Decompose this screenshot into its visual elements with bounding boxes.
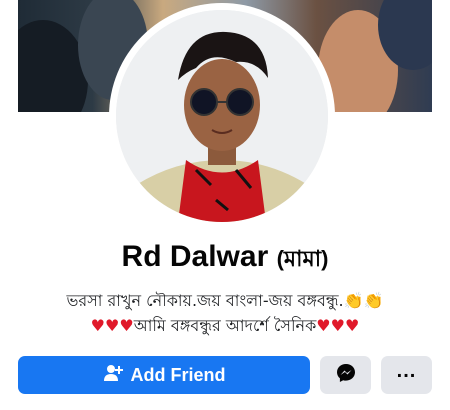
- more-dots-icon: ...: [396, 360, 417, 382]
- profile-portrait: [116, 10, 328, 222]
- profile-name: Rd Dalwar: [121, 240, 269, 273]
- messenger-icon: [336, 363, 356, 387]
- more-options-button[interactable]: ...: [381, 356, 432, 394]
- add-friend-button[interactable]: Add Friend: [18, 356, 310, 394]
- person-plus-icon: [103, 364, 123, 386]
- bio-line-1: ভরসা রাখুন নৌকায়.জয় বাংলা-জয় বঙ্গবন্ধ…: [20, 288, 430, 315]
- bio-text-2: আমি বঙ্গবন্ধুর আদর্শে সৈনিক: [133, 316, 317, 335]
- bio-text-1: ভরসা রাখুন নৌকায়.জয় বাংলা-জয় বঙ্গবন্ধ…: [66, 291, 344, 310]
- clap-emoji: 👏👏: [343, 291, 384, 310]
- cover-figure: [18, 20, 88, 112]
- profile-picture[interactable]: [116, 10, 328, 222]
- bio-line-2: ♥♥♥আমি বঙ্গবন্ধুর আদর্শে সৈনিক♥♥♥: [20, 313, 430, 340]
- profile-name-row: Rd Dalwar (মামা): [0, 240, 450, 279]
- profile-alternate-name: (মামা): [276, 246, 329, 271]
- heart-emoji-right: ♥♥♥: [316, 316, 360, 335]
- heart-emoji-left: ♥♥♥: [90, 316, 134, 335]
- message-button[interactable]: [320, 356, 371, 394]
- add-friend-label: Add Friend: [130, 364, 226, 385]
